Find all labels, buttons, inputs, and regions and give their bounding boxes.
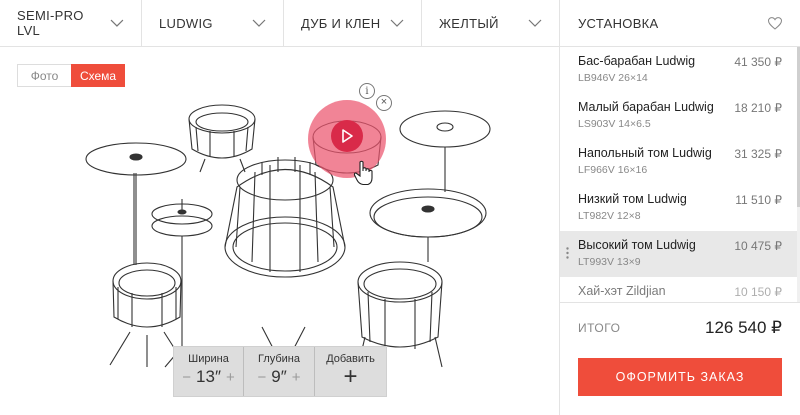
depth-increase-button[interactable]: + (292, 369, 301, 386)
small-tom-top (188, 104, 256, 173)
width-control: Ширина − 13″ + (174, 347, 244, 396)
brand-dropdown-label: LUDWIG (159, 15, 213, 31)
wood-dropdown[interactable]: ДУБ И КЛЕН (284, 0, 422, 46)
item-sku: LF966V 16×16 (578, 164, 648, 176)
add-control[interactable]: Добавить + (315, 347, 386, 396)
hand-cursor-icon (353, 160, 373, 186)
list-item[interactable]: Бас-барабан Ludwig LB946V 26×14 41 350 ₽ (560, 47, 800, 93)
wood-dropdown-label: ДУБ И КЛЕН (301, 15, 381, 31)
chevron-down-icon (390, 19, 404, 27)
chevron-down-icon (252, 19, 266, 27)
item-sku: LT993V 13×9 (578, 256, 641, 268)
width-label: Ширина (188, 353, 229, 365)
bass-drum (224, 157, 346, 278)
chevron-down-icon (528, 19, 542, 27)
info-button[interactable]: i (359, 83, 375, 99)
order-panel: Бас-барабан Ludwig LB946V 26×14 41 350 ₽… (560, 47, 800, 415)
item-price: 10 150 ₽ (734, 285, 782, 299)
brand-dropdown[interactable]: LUDWIG (142, 0, 284, 46)
list-item[interactable]: Низкий том Ludwig LT982V 12×8 11 510 ₽ (560, 185, 800, 231)
item-sku: LS903V 14×6.5 (578, 118, 651, 130)
add-plus-icon[interactable]: + (343, 365, 357, 389)
list-item[interactable]: Хай-хэт Zildjian 10 150 ₽ (560, 277, 800, 302)
close-button[interactable]: × (376, 95, 392, 111)
depth-label: Глубина (257, 353, 301, 365)
scheme-tab[interactable]: Схема (71, 64, 125, 87)
play-icon (342, 129, 353, 143)
list-item[interactable]: Малый барабан Ludwig LS903V 14×6.5 18 21… (560, 93, 800, 139)
filter-bar: SEMI-PRO LVL LUDWIG ДУБ И КЛЕН ЖЕЛТЫЙ УС… (0, 0, 800, 47)
item-price: 31 325 ₽ (734, 147, 782, 161)
heart-icon[interactable] (768, 16, 782, 30)
items-list: Бас-барабан Ludwig LB946V 26×14 41 350 ₽… (560, 47, 800, 302)
photo-tab[interactable]: Фото (17, 64, 71, 87)
item-sku: LT982V 12×8 (578, 210, 641, 222)
depth-control: Глубина − 9″ + (244, 347, 315, 396)
item-price: 10 475 ₽ (734, 239, 782, 253)
list-item[interactable]: Напольный том Ludwig LF966V 16×16 31 325… (560, 139, 800, 185)
install-label: УСТАНОВКА (578, 15, 659, 31)
close-icon: × (380, 96, 388, 108)
total-value: 126 540 ₽ (705, 317, 782, 337)
color-dropdown-label: ЖЕЛТЫЙ (439, 15, 499, 31)
play-button[interactable] (331, 120, 363, 152)
item-sku: LB946V 26×14 (578, 72, 648, 84)
width-increase-button[interactable]: + (226, 369, 235, 386)
depth-value: 9″ (271, 367, 287, 386)
color-dropdown[interactable]: ЖЕЛТЫЙ (422, 0, 560, 46)
ride-cymbal-right (399, 110, 491, 192)
list-item-selected[interactable]: Высокий том Ludwig LT993V 13×9 10 475 ₽ (560, 231, 800, 277)
level-dropdown[interactable]: SEMI-PRO LVL (0, 0, 142, 46)
crash-cymbal-lower-right (369, 188, 487, 262)
install-header: УСТАНОВКА (560, 0, 800, 46)
crash-cymbal-left (85, 142, 187, 265)
depth-decrease-button[interactable]: − (257, 369, 266, 386)
chevron-down-icon (110, 19, 124, 27)
width-decrease-button[interactable]: − (182, 369, 191, 386)
item-price: 18 210 ₽ (734, 101, 782, 115)
item-price: 11 510 ₽ (735, 193, 782, 207)
total-label: ИТОГО (578, 320, 621, 335)
total-row: ИТОГО 126 540 ₽ (560, 302, 800, 352)
size-controls: Ширина − 13″ + Глубина − 9″ + Добавить + (173, 346, 387, 397)
drumkit-viewer: Фото Схема i × Ширина − 13″ + Глубина − … (0, 47, 560, 415)
hihat (151, 199, 213, 368)
level-dropdown-label: SEMI-PRO LVL (17, 8, 84, 38)
info-icon: i (365, 85, 369, 97)
checkout-button[interactable]: ОФОРМИТЬ ЗАКАЗ (578, 358, 782, 396)
item-price: 41 350 ₽ (734, 55, 782, 69)
view-toggle: Фото Схема (17, 64, 125, 87)
width-value: 13″ (196, 367, 221, 386)
drag-handle-icon[interactable] (566, 247, 569, 259)
